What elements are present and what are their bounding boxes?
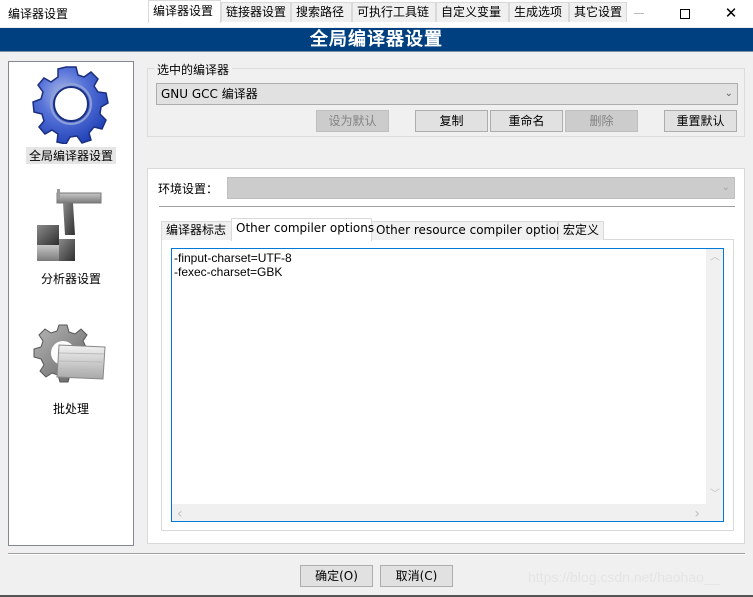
rename-button[interactable]: 重命名 [490,110,563,132]
scroll-left-icon[interactable]: ‹ [177,507,183,521]
caliper-icon [37,189,102,261]
tab-toolchain[interactable]: 可执行工具链 [352,2,436,22]
sidebar-item-label: 批处理 [52,402,89,416]
cancel-button[interactable]: 取消(C) [380,565,453,587]
batch-gear-icon [33,324,106,383]
page-banner: 全局编译器设置 [0,28,753,52]
tab-search-paths[interactable]: 搜索路径 [291,2,352,22]
reset-defaults-button[interactable]: 重置默认 [664,110,737,132]
close-icon: ✕ [724,4,738,22]
watermark: https://blog.csdn.net/haohao__ [528,569,720,585]
scroll-down-icon[interactable]: ﹀ [710,490,720,500]
compiler-select[interactable]: GNU GCC 编译器 ⌄ [156,83,738,105]
subtab-macros[interactable]: 宏定义 [558,221,604,240]
tab-linker-settings[interactable]: 链接器设置 [221,2,291,22]
tab-build-options[interactable]: 生成选项 [509,2,569,22]
scroll-up-icon[interactable]: ︿ [710,253,720,263]
settings-sidebar: 全局编译器设置 分析器设置 批处理 [8,61,134,546]
close-button[interactable]: ✕ [708,0,753,27]
sidebar-item-label: 分析器设置 [40,272,101,286]
maximize-icon [680,8,690,19]
sidebar-item-global-compiler[interactable]: 全局编译器设置 [9,64,133,164]
scrollbar-corner [706,504,723,521]
tab-other-settings[interactable]: 其它设置 [569,2,627,22]
compiler-select-value: GNU GCC 编译器 [161,87,258,101]
footer-divider [8,553,745,555]
ok-button[interactable]: 确定(O) [300,565,373,587]
copy-button[interactable]: 复制 [415,110,488,132]
scroll-right-icon[interactable]: › [694,507,700,521]
compiler-options-text[interactable]: -finput-charset=UTF-8 -fexec-charset=GBK [174,251,292,279]
maximize-button[interactable] [662,0,708,27]
chevron-down-icon: ⌄ [724,88,733,99]
window-title: 编译器设置 [8,7,69,21]
tab-compiler-settings[interactable]: 编译器设置 [148,0,221,23]
sidebar-item-batch[interactable]: 批处理 [9,317,133,417]
subtab-compiler-flags[interactable]: 编译器标志 [161,221,232,240]
selected-compiler-group-title: 选中的编译器 [154,61,233,78]
subtab-other-resource-compiler-options[interactable]: Other resource compiler options [371,221,570,240]
sidebar-item-label: 全局编译器设置 [25,147,116,164]
environment-label: 环境设置： [158,182,219,196]
set-default-button[interactable]: 设为默认 [316,110,389,132]
sidebar-item-profiler[interactable]: 分析器设置 [9,187,133,287]
delete-button[interactable]: 删除 [565,110,638,132]
gear-icon [32,66,109,144]
minimize-icon [634,13,644,14]
subtab-other-compiler-options[interactable]: Other compiler options [231,218,374,241]
environment-select: ⌄ [227,177,735,199]
divider [159,206,735,207]
tab-custom-variables[interactable]: 自定义变量 [436,2,509,22]
horizontal-scrollbar[interactable]: ‹ › [172,504,708,521]
chevron-down-icon: ⌄ [721,182,730,193]
compiler-options-textarea[interactable]: -finput-charset=UTF-8 -fexec-charset=GBK… [171,248,724,522]
vertical-scrollbar[interactable]: ︿ ﹀ [706,249,723,504]
